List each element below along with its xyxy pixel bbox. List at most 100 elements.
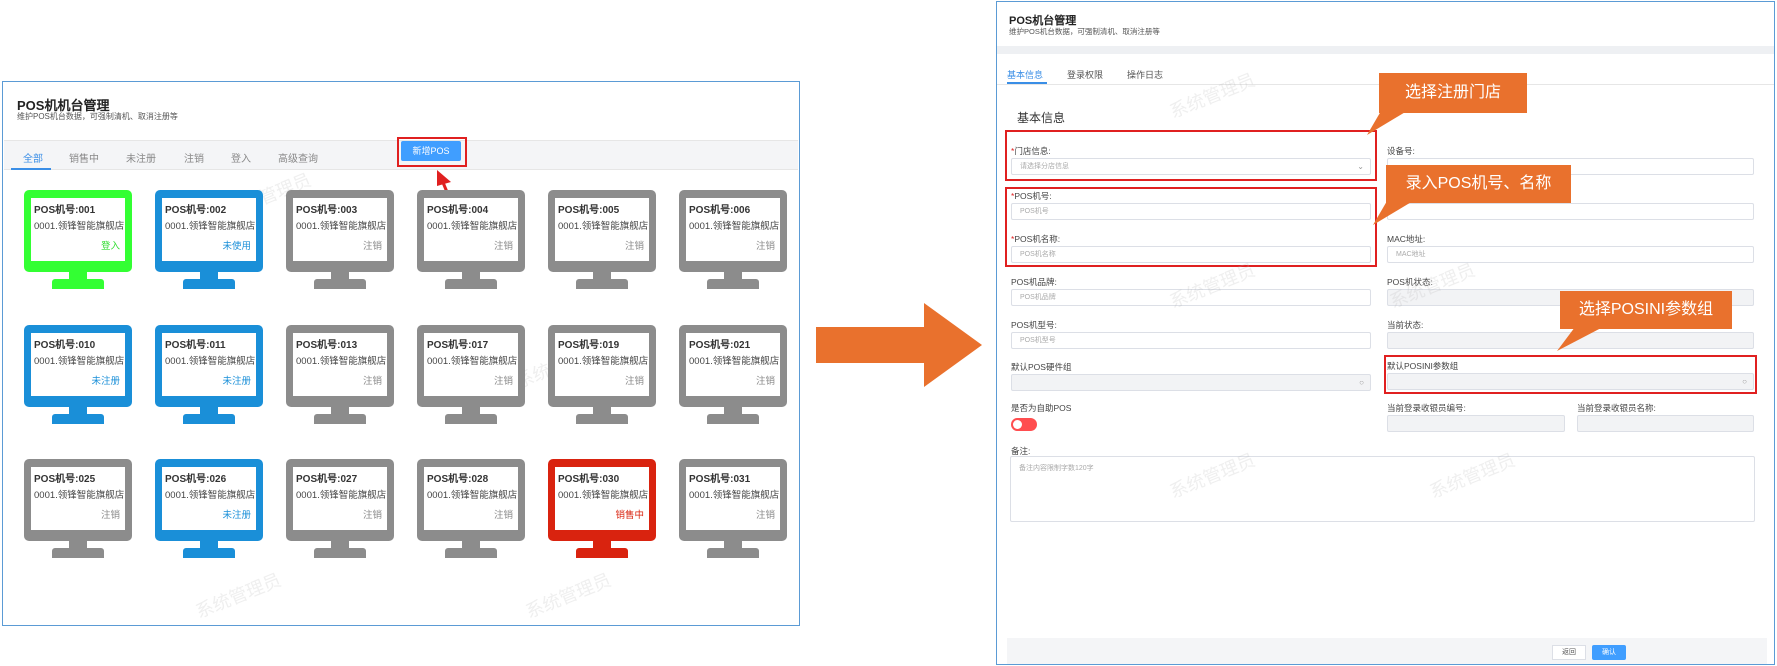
device-label: 设备号:: [1387, 146, 1415, 156]
store-name: 0001.领锋智能旗舰店: [689, 221, 780, 232]
pos-machine-tile[interactable]: POS机号:011 0001.领锋智能旗舰店 未注册: [155, 325, 263, 425]
pos-machine-tile[interactable]: POS机号:001 0001.领锋智能旗舰店 登入: [24, 190, 132, 290]
model-input[interactable]: POS机型号: [1011, 332, 1371, 349]
tile-content: POS机号:003 0001.领锋智能旗舰店 注销: [293, 198, 387, 261]
tile-content: POS机号:006 0001.领锋智能旗舰店 注销: [686, 198, 780, 261]
store-name: 0001.领锋智能旗舰店: [689, 490, 780, 501]
pos-status: 注销: [493, 376, 513, 387]
tab-deregistered[interactable]: 注销: [184, 150, 204, 165]
callout-select-store: 选择注册门店: [1379, 73, 1527, 113]
pos-number: POS机号:028: [427, 474, 489, 485]
pos-machine-tile[interactable]: POS机号:006 0001.领锋智能旗舰店 注销: [679, 190, 787, 290]
tile-content: POS机号:028 0001.领锋智能旗舰店注销: [424, 467, 518, 530]
watermark: 系统管理员: [522, 569, 614, 623]
tab-basic-info[interactable]: 基本信息: [1007, 68, 1043, 81]
brand-label: POS机品牌:: [1011, 277, 1057, 287]
monitor-stand: [331, 272, 349, 279]
monitor-stand: [200, 272, 218, 279]
watermark: 系统管理员: [192, 569, 284, 623]
monitor-stand: [593, 272, 611, 279]
hw-group-label: 默认POS硬件组: [1011, 362, 1072, 372]
pos-machine-tile[interactable]: POS机号:025 0001.领锋智能旗舰店 注销: [24, 459, 132, 559]
watermark: 系统管理员: [1166, 69, 1258, 123]
tab-login-permission[interactable]: 登录权限: [1067, 68, 1103, 81]
tab-unregistered[interactable]: 未注册: [126, 150, 156, 165]
callout-tail: [1367, 111, 1407, 135]
monitor-stand: [200, 541, 218, 548]
device-extra-input[interactable]: [1387, 203, 1754, 220]
cashier-no-input: [1387, 415, 1565, 432]
cashier-name-label: 当前登录收银员名称:: [1577, 403, 1656, 413]
pos-number: POS机号:011: [165, 340, 226, 351]
tab-operation-log[interactable]: 操作日志: [1127, 68, 1163, 81]
monitor-stand: [200, 407, 218, 414]
pos-status: 注销: [755, 510, 775, 521]
brand-input[interactable]: POS机品牌: [1011, 289, 1371, 306]
monitor-base: [314, 548, 366, 558]
pos-status: 未注册: [222, 376, 251, 387]
add-pos-button[interactable]: 新增POS: [401, 141, 461, 161]
pos-status: 销售中: [615, 510, 644, 521]
pos-status: 注销: [100, 510, 120, 521]
pos-number: POS机号:021: [689, 340, 751, 351]
pos-number: POS机号:010: [34, 340, 96, 351]
monitor-stand: [69, 407, 87, 414]
remark-textarea[interactable]: 备注内容限制字数120字: [1010, 456, 1755, 522]
self-service-toggle[interactable]: [1011, 418, 1037, 431]
pos-status: 注销: [493, 510, 513, 521]
pos-machine-tile[interactable]: POS机号:026 0001.领锋智能旗舰店 未注册: [155, 459, 263, 559]
pos-machine-tile[interactable]: POS机号:005 0001.领锋智能旗舰店 注销: [548, 190, 656, 290]
section-title: 基本信息: [1017, 111, 1066, 125]
mac-label: MAC地址:: [1387, 234, 1426, 244]
monitor-base: [707, 414, 759, 424]
page-subtitle: 维护POS机台数据，可强制清机、取消注册等: [1009, 27, 1160, 36]
monitor-base: [183, 548, 235, 558]
store-name: 0001.领锋智能旗舰店: [427, 490, 518, 501]
tile-content: POS机号:017 0001.领锋智能旗舰店 注销: [424, 333, 518, 396]
tab-selling[interactable]: 销售中: [69, 150, 99, 165]
pos-machine-tile[interactable]: POS机号:017 0001.领锋智能旗舰店 注销: [417, 325, 525, 425]
confirm-button[interactable]: 确认: [1592, 645, 1626, 660]
pos-machine-tile[interactable]: POS机号:019 0001.领锋智能旗舰店 注销: [548, 325, 656, 425]
pos-no-name-highlight: [1005, 187, 1377, 267]
tile-content: POS机号:025 0001.领锋智能旗舰店 注销: [31, 467, 125, 530]
tile-content: POS机号:026 0001.领锋智能旗舰店 未注册: [162, 467, 256, 530]
pos-status: 登入: [100, 241, 120, 252]
pos-machine-tile[interactable]: POS机号:002 0001.领锋智能旗舰店 未使用: [155, 190, 263, 290]
hw-group-select[interactable]: ○: [1011, 374, 1371, 391]
tab-all[interactable]: 全部: [23, 150, 43, 165]
tile-content: POS机号:002 0001.领锋智能旗舰店 未使用: [162, 198, 256, 261]
pos-machine-tile[interactable]: POS机号:021 0001.领锋智能旗舰店 注销: [679, 325, 787, 425]
monitor-base: [707, 548, 759, 558]
tile-content: POS机号:019 0001.领锋智能旗舰店 注销: [555, 333, 649, 396]
pos-status: 注销: [624, 241, 644, 252]
mac-input[interactable]: MAC地址: [1387, 246, 1754, 263]
callout-enter-pos-no: 录入POS机号、名称: [1386, 165, 1571, 203]
pos-machine-tile[interactable]: POS机号:030 0001.领锋智能旗舰店 销售中: [548, 459, 656, 559]
tab-advanced-search[interactable]: 高级查询: [278, 150, 318, 165]
tab-logged-in[interactable]: 登入: [231, 150, 251, 165]
flow-arrow: [816, 303, 982, 387]
pos-number: POS机号:027: [296, 474, 358, 485]
callout-tail: [1557, 327, 1603, 351]
monitor-base: [576, 548, 628, 558]
pos-machine-tile[interactable]: POS机号:028 0001.领锋智能旗舰店注销: [417, 459, 525, 559]
pos-machine-tile[interactable]: POS机号:013 0001.领锋智能旗舰店 注销: [286, 325, 394, 425]
monitor-stand: [462, 272, 480, 279]
monitor-stand: [331, 541, 349, 548]
pos-status: 注销: [755, 376, 775, 387]
pos-machine-tile[interactable]: POS机号:010 0001.领锋智能旗舰店 未注册: [24, 325, 132, 425]
monitor-base: [576, 414, 628, 424]
back-button[interactable]: 返回: [1552, 645, 1586, 660]
monitor-stand: [593, 541, 611, 548]
pos-machine-tile[interactable]: POS机号:004 0001.领锋智能旗舰店 注销: [417, 190, 525, 290]
pos-machine-tile[interactable]: POS机号:031 0001.领锋智能旗舰店 注销: [679, 459, 787, 559]
monitor-base: [52, 279, 104, 289]
tile-content: POS机号:004 0001.领锋智能旗舰店 注销: [424, 198, 518, 261]
pos-status: 注销: [362, 241, 382, 252]
monitor-base: [445, 548, 497, 558]
pos-machine-tile[interactable]: POS机号:027 0001.领锋智能旗舰店 注销: [286, 459, 394, 559]
pos-machine-tile[interactable]: POS机号:003 0001.领锋智能旗舰店 注销: [286, 190, 394, 290]
monitor-stand: [593, 407, 611, 414]
store-name: 0001.领锋智能旗舰店: [558, 221, 649, 232]
